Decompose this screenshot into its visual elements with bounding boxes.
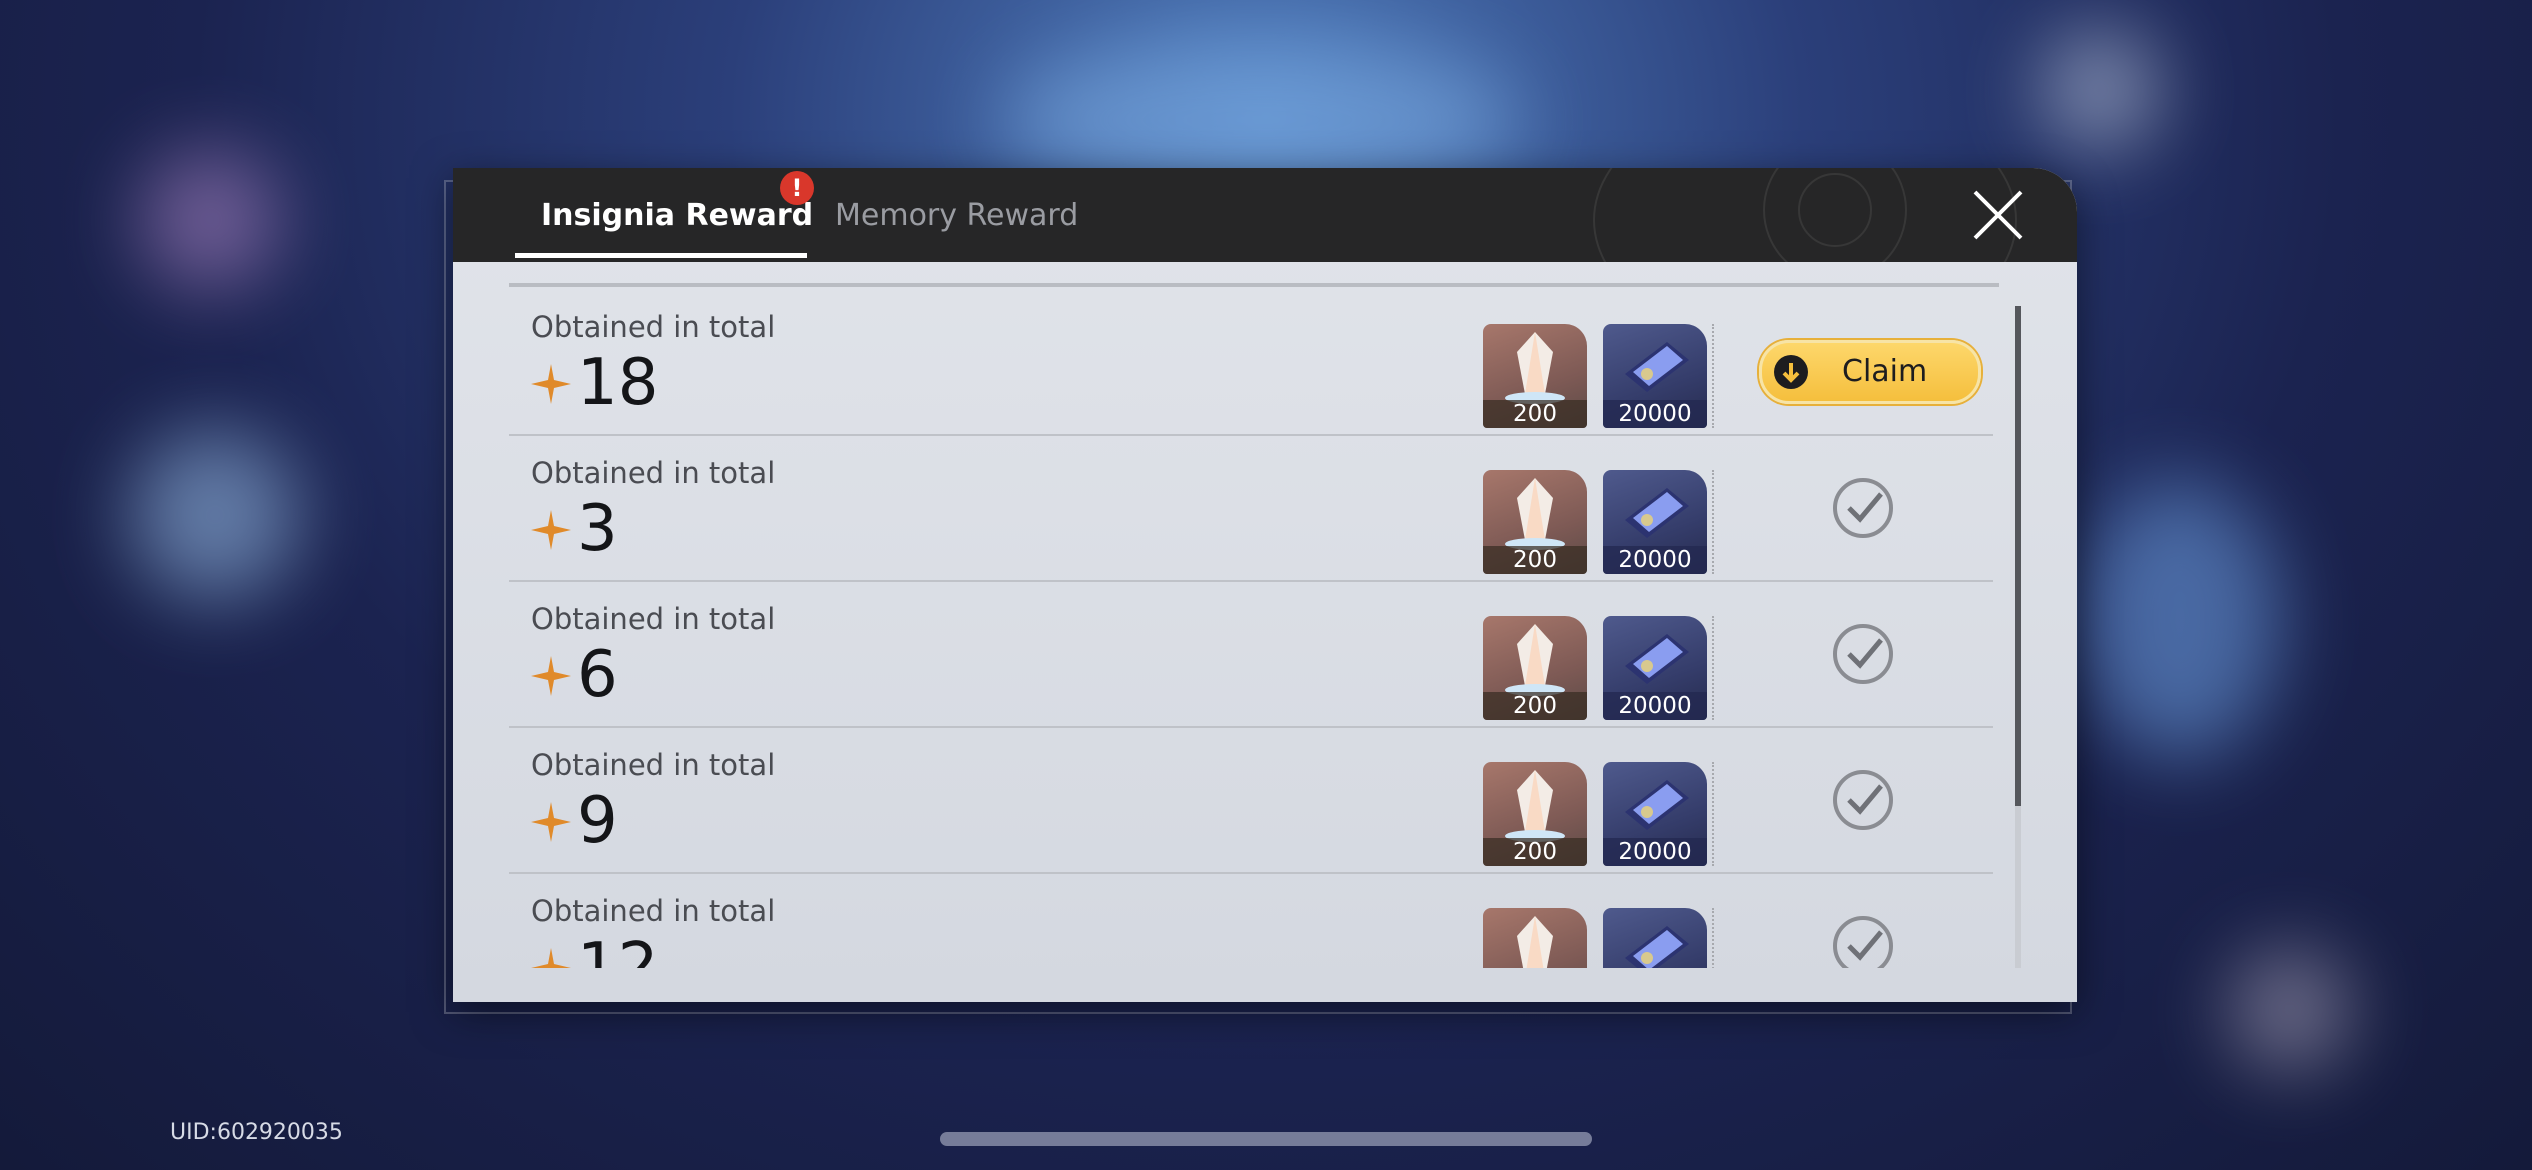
row-label: Obtained in total [531,894,776,928]
close-icon[interactable] [1971,188,2025,242]
claimed-check-icon [1833,770,1893,830]
row-count: 3 [577,492,618,566]
background-blur [2040,30,2160,150]
download-arrow-icon [1774,355,1808,389]
reward-row: Obtained in total 9 200 20000 [509,726,1993,874]
claimed-check-icon [1833,478,1893,538]
row-count: 9 [577,784,618,858]
crystal-reward-item[interactable]: 200 [1483,908,1587,968]
row-count: 18 [577,346,659,420]
credit-ticket-icon [1625,342,1689,392]
claimed-check-icon [1833,916,1893,968]
insignia-star-icon [531,948,571,968]
row-label: Obtained in total [531,602,776,636]
reward-quantity: 20000 [1603,546,1707,574]
crystal-reward-item[interactable]: 200 [1483,762,1587,866]
background-blur [140,150,280,290]
reward-quantity: 200 [1483,400,1587,428]
row-label: Obtained in total [531,310,776,344]
crystal-icon [1505,770,1565,842]
reward-row: Obtained in total 18 200 20000 Claim [509,288,1993,436]
reward-list: Obtained in total 18 200 20000 Claim Obt… [509,288,1999,968]
modal-header: Insignia Reward ! Memory Reward [453,168,2077,262]
row-divider-dots [1712,908,1714,968]
home-indicator[interactable] [940,1132,1592,1146]
row-divider-dots [1712,762,1714,866]
row-divider-dots [1712,616,1714,720]
active-tab-indicator [515,253,807,258]
insignia-star-icon [531,510,571,550]
credit-ticket-icon [1625,634,1689,684]
credit-ticket-icon [1625,488,1689,538]
reward-quantity: 20000 [1603,838,1707,866]
list-top-divider [509,283,1999,287]
reward-row: Obtained in total 12 200 20000 [509,872,1993,968]
row-divider-dots [1712,324,1714,428]
decorative-orbit-icon [1593,168,2017,262]
row-label: Obtained in total [531,748,776,782]
row-divider-dots [1712,470,1714,574]
row-count: 12 [577,930,659,968]
reward-quantity: 20000 [1603,400,1707,428]
reward-modal: Insignia Reward ! Memory Reward Obtained… [453,168,2077,1002]
claim-button[interactable]: Claim [1759,340,1981,404]
credit-reward-item[interactable]: 20000 [1603,616,1707,720]
crystal-icon [1505,478,1565,550]
insignia-star-icon [531,364,571,404]
credit-ticket-icon [1625,926,1689,968]
crystal-icon [1505,624,1565,696]
crystal-reward-item[interactable]: 200 [1483,324,1587,428]
scrollbar-thumb[interactable] [2015,306,2021,806]
reward-quantity: 20000 [1603,692,1707,720]
alert-badge: ! [780,171,814,205]
row-count: 6 [577,638,618,712]
credit-reward-item[interactable]: 20000 [1603,324,1707,428]
insignia-star-icon [531,802,571,842]
credit-reward-item[interactable]: 20000 [1603,470,1707,574]
credit-ticket-icon [1625,780,1689,830]
row-label: Obtained in total [531,456,776,490]
insignia-star-icon [531,656,571,696]
credit-reward-item[interactable]: 20000 [1603,908,1707,968]
reward-row: Obtained in total 6 200 20000 [509,580,1993,728]
reward-quantity: 200 [1483,838,1587,866]
uid-label: UID:602920035 [170,1120,343,1145]
tab-insignia-reward[interactable]: Insignia Reward [541,198,813,233]
crystal-reward-item[interactable]: 200 [1483,616,1587,720]
background-blur [2230,950,2350,1070]
reward-quantity: 200 [1483,546,1587,574]
claimed-check-icon [1833,624,1893,684]
credit-reward-item[interactable]: 20000 [1603,762,1707,866]
crystal-icon [1505,332,1565,404]
background-blur [130,430,300,600]
crystal-reward-item[interactable]: 200 [1483,470,1587,574]
tab-memory-reward[interactable]: Memory Reward [835,198,1078,233]
reward-quantity: 200 [1483,692,1587,720]
reward-row: Obtained in total 3 200 20000 [509,434,1993,582]
crystal-icon [1517,916,1553,968]
claim-label: Claim [1842,354,1928,389]
background-blur [2080,480,2280,760]
